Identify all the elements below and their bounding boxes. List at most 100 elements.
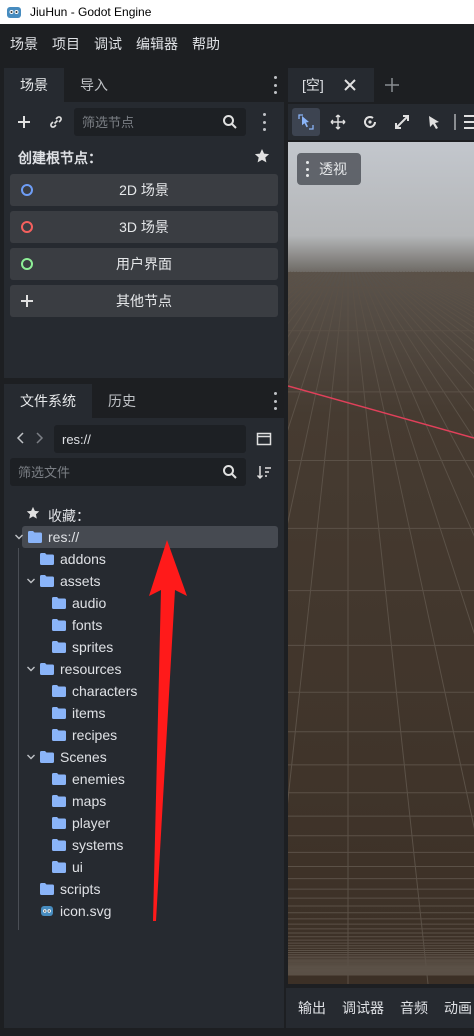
other-node-button[interactable]: 其他节点 bbox=[10, 285, 278, 317]
instance-scene-button[interactable] bbox=[46, 112, 66, 132]
godot-icon bbox=[41, 906, 53, 916]
filesystem-dock-tabs: 文件系统 历史 bbox=[4, 384, 284, 418]
select-mode-icon bbox=[298, 114, 314, 130]
tree-item-label: Scenes bbox=[60, 749, 107, 765]
menu-project[interactable]: 项目 bbox=[52, 34, 80, 54]
3d-viewport[interactable]: 透视 bbox=[288, 142, 474, 984]
tree-item-label: items bbox=[72, 705, 106, 721]
menu-debug[interactable]: 调试 bbox=[94, 34, 122, 54]
tree-item-label: fonts bbox=[72, 617, 103, 633]
viewport-toolbar bbox=[288, 104, 474, 140]
tab-debugger[interactable]: 调试器 bbox=[342, 998, 384, 1018]
list-icon[interactable] bbox=[462, 114, 474, 130]
folder-icon bbox=[52, 685, 66, 697]
add-scene-tab-icon[interactable] bbox=[384, 77, 400, 93]
2d-scene-button[interactable]: 2D 场景 bbox=[10, 174, 278, 206]
menu-editor[interactable]: 编辑器 bbox=[136, 34, 178, 54]
favorites-label: 收藏： bbox=[48, 508, 90, 524]
menu-help[interactable]: 帮助 bbox=[192, 34, 220, 54]
tree-item-label: assets bbox=[60, 573, 101, 589]
expand-arrow-icon[interactable] bbox=[26, 576, 36, 586]
tree-item-label: addons bbox=[60, 551, 106, 567]
favorite-star-icon[interactable] bbox=[254, 148, 270, 164]
tree-item-label: icon.svg bbox=[60, 903, 112, 919]
folder-icon bbox=[40, 575, 54, 587]
path-field[interactable]: res:// bbox=[54, 425, 246, 453]
folder-icon bbox=[40, 751, 54, 763]
tree-item-label: maps bbox=[72, 793, 107, 809]
scene-tabs: [空] bbox=[286, 68, 474, 102]
toolbar-divider bbox=[454, 114, 456, 130]
plus-icon bbox=[18, 116, 30, 128]
window-title: JiuHun - Godot Engine bbox=[30, 5, 152, 19]
scene-dock-tabs: 场景 导入 bbox=[4, 68, 284, 102]
node2d-icon bbox=[21, 184, 33, 196]
tree-item-label: systems bbox=[72, 837, 124, 853]
add-node-button[interactable] bbox=[14, 112, 34, 132]
3d-scene-button[interactable]: 3D 场景 bbox=[10, 211, 278, 243]
search-icon bbox=[223, 115, 237, 129]
folder-icon bbox=[40, 663, 54, 675]
tab-output[interactable]: 输出 bbox=[298, 998, 326, 1018]
close-icon[interactable] bbox=[344, 79, 356, 91]
tree-item-label: audio bbox=[72, 595, 107, 611]
filter-nodes-field[interactable] bbox=[74, 108, 246, 136]
split-view-icon[interactable] bbox=[256, 431, 272, 447]
perspective-label: 透视 bbox=[319, 161, 347, 177]
godot-logo-icon bbox=[7, 7, 21, 18]
tab-history[interactable]: 历史 bbox=[92, 384, 152, 418]
tab-import[interactable]: 导入 bbox=[64, 68, 124, 102]
window-titlebar: JiuHun - Godot Engine bbox=[0, 0, 474, 24]
tab-filesystem[interactable]: 文件系统 bbox=[4, 384, 92, 418]
filter-files-field[interactable] bbox=[10, 458, 246, 486]
expand-arrow-icon[interactable] bbox=[26, 664, 36, 674]
node3d-icon bbox=[21, 221, 33, 233]
move-mode-icon[interactable] bbox=[330, 114, 346, 130]
folder-icon bbox=[40, 553, 54, 565]
tree-item-label: res:// bbox=[48, 529, 80, 545]
link-icon bbox=[50, 116, 62, 128]
folder-icon bbox=[52, 839, 66, 851]
select-mode-button[interactable] bbox=[292, 108, 320, 136]
tab-animation[interactable]: 动画 bbox=[444, 998, 472, 1018]
sort-icon[interactable] bbox=[256, 464, 272, 480]
other-node-label: 其他节点 bbox=[116, 293, 172, 309]
folder-icon bbox=[52, 795, 66, 807]
control-icon bbox=[21, 258, 33, 270]
perspective-menu-button[interactable]: 透视 bbox=[297, 153, 361, 185]
menu-scene[interactable]: 场景 bbox=[10, 34, 38, 54]
tree-item-label: resources bbox=[60, 661, 122, 677]
forward-chevron-icon[interactable] bbox=[34, 432, 44, 444]
tree-item-label: characters bbox=[72, 683, 138, 699]
scene-dock-menu-icon[interactable] bbox=[272, 76, 278, 94]
tree-item-label: sprites bbox=[72, 639, 114, 655]
tree-item-label: ui bbox=[72, 859, 83, 875]
bottom-panel-tabs: 输出 调试器 音频 动画 bbox=[286, 988, 474, 1028]
user-interface-label: 用户界面 bbox=[116, 256, 172, 272]
scale-mode-icon[interactable] bbox=[394, 114, 410, 130]
filesystem-dock-menu-icon[interactable] bbox=[272, 392, 278, 410]
folder-icon bbox=[52, 861, 66, 873]
plus-icon bbox=[21, 295, 33, 307]
tab-audio[interactable]: 音频 bbox=[400, 998, 428, 1018]
folder-icon bbox=[40, 883, 54, 895]
back-chevron-icon[interactable] bbox=[16, 432, 26, 444]
rotate-mode-icon[interactable] bbox=[362, 114, 378, 130]
scene-tab-empty[interactable]: [空] bbox=[288, 68, 374, 102]
folder-icon bbox=[52, 597, 66, 609]
view-menu-kebab-icon bbox=[306, 161, 310, 177]
tree-item-label: recipes bbox=[72, 727, 118, 743]
user-interface-button[interactable]: 用户界面 bbox=[10, 248, 278, 280]
3d-scene-label: 3D 场景 bbox=[119, 219, 169, 235]
select-tool-icon[interactable] bbox=[426, 114, 442, 130]
tab-scene[interactable]: 场景 bbox=[4, 68, 64, 102]
expand-arrow-icon[interactable] bbox=[26, 752, 36, 762]
tree-item-label: scripts bbox=[60, 881, 101, 897]
filter-files-input[interactable] bbox=[18, 464, 246, 480]
expand-arrow-icon[interactable] bbox=[14, 532, 24, 542]
folder-icon bbox=[52, 729, 66, 741]
scene-tree-options-icon[interactable] bbox=[261, 113, 267, 131]
ground-grid bbox=[288, 142, 474, 984]
2d-scene-label: 2D 场景 bbox=[119, 182, 169, 198]
search-icon bbox=[223, 465, 237, 479]
